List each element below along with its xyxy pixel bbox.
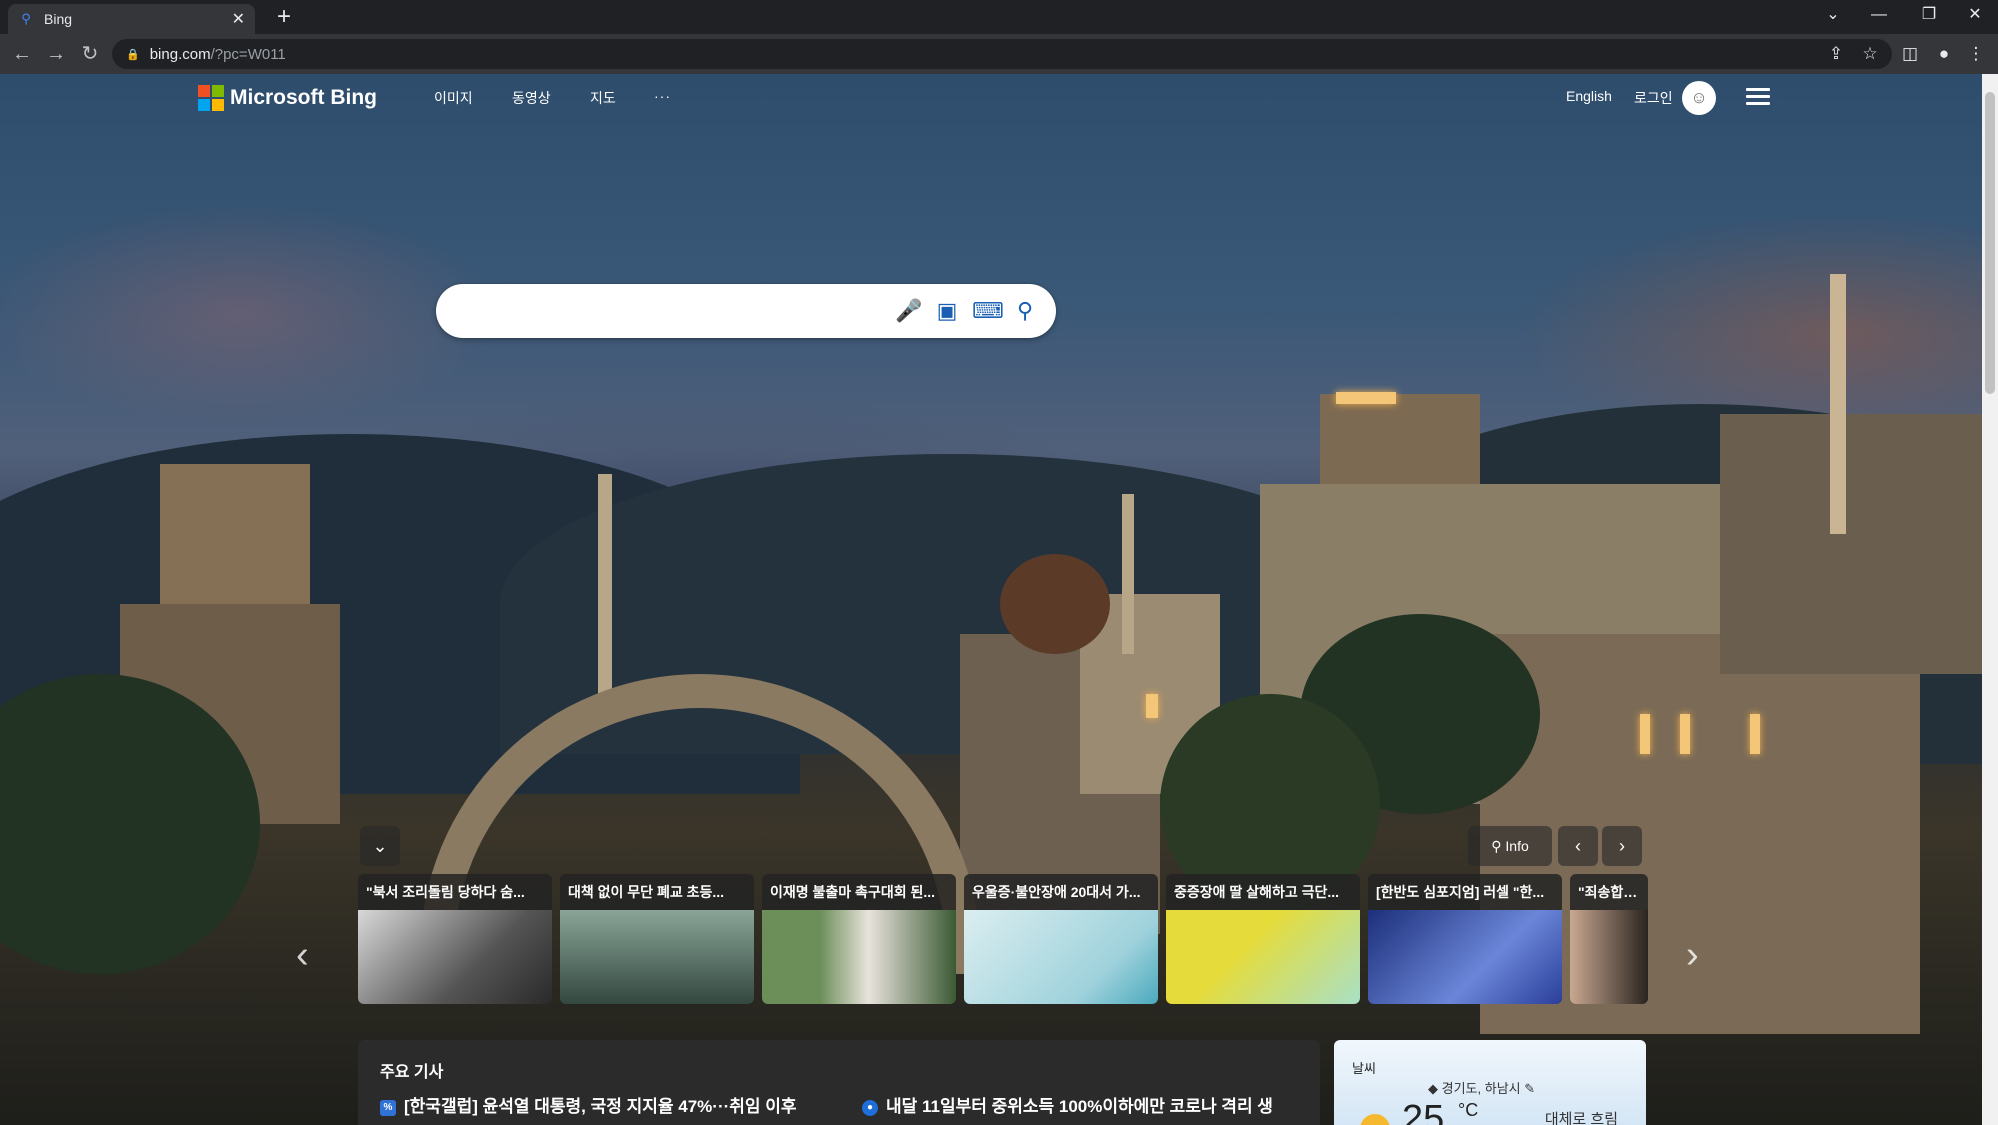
nav-videos[interactable]: 동영상 (512, 88, 551, 108)
news-card[interactable]: "죄송합니다 (1570, 874, 1648, 1004)
browser-tab-strip: ⚲ Bing ✕ + ⌄ — ❐ ✕ (0, 0, 1998, 34)
news-card[interactable]: 중증장애 딸 살해하고 극단... (1166, 874, 1360, 1004)
location-pin-icon: ⚲ (1491, 838, 1502, 854)
news-card-image (762, 910, 956, 1004)
weather-unit: °C (1458, 1100, 1479, 1120)
search-input[interactable] (454, 296, 874, 326)
login-link[interactable]: 로그인 (1634, 88, 1673, 108)
top-news-item[interactable]: % [한국갤럽] 윤석열 대통령, 국정 지지율 47%···취임 이후 (380, 1092, 797, 1117)
visual-search-icon[interactable]: ▣ (932, 296, 962, 326)
news-card-image (560, 910, 754, 1004)
top-news-item-text: 내달 11일부터 중위소득 100%이하에만 코로나 격리 생 (886, 1097, 1273, 1116)
weather-card[interactable]: 날씨 ◆ 경기도, 하남시 ✎ 25 °C 대체로 흐림 (1334, 1040, 1646, 1125)
bing-homepage: Microsoft Bing 이미지 동영상 지도 ··· English 로그… (0, 74, 1998, 1125)
weather-label: 날씨 (1352, 1061, 1376, 1076)
news-source-icon: % (380, 1099, 396, 1116)
location-diamond-icon: ◆ (1428, 1081, 1438, 1096)
url-path: /?pc=W011 (210, 45, 286, 63)
browser-tab-bing[interactable]: ⚲ Bing ✕ (8, 4, 255, 34)
profile-icon[interactable]: ● (1930, 40, 1958, 68)
side-panel-icon[interactable]: ◫ (1896, 40, 1924, 68)
nav-images[interactable]: 이미지 (434, 88, 473, 108)
weather-condition: 대체로 흐림 (1544, 1111, 1618, 1125)
news-carousel: "북서 조리돌림 당하다 숨... 대책 없이 무단 폐교 초등... 이재명 … (358, 874, 1648, 1004)
collapse-chevron-icon[interactable]: ⌄ (360, 826, 400, 866)
search-icon[interactable]: ⚲ (1010, 296, 1040, 326)
info-button[interactable]: ⚲ Info (1468, 826, 1552, 866)
news-card-image (358, 910, 552, 1004)
news-card[interactable]: [한반도 심포지엄] 러셀 "한... (1368, 874, 1562, 1004)
weather-location[interactable]: ◆ 경기도, 하남시 ✎ (1428, 1078, 1535, 1097)
minimize-button[interactable]: — (1856, 0, 1902, 34)
language-link[interactable]: English (1566, 88, 1612, 104)
top-news-panel: 주요 기사 % [한국갤럽] 윤석열 대통령, 국정 지지율 47%···취임 이… (358, 1040, 1320, 1125)
carousel-prev-icon[interactable]: ‹ (296, 934, 309, 977)
top-news-item-text: [한국갤럽] 윤석열 대통령, 국정 지지율 47%···취임 이후 (404, 1097, 797, 1116)
weather-location-text: 경기도, 하남시 (1441, 1081, 1521, 1096)
page-scrollbar[interactable] (1982, 74, 1998, 1125)
news-card-image (1368, 910, 1562, 1004)
hamburger-menu-icon[interactable] (1746, 88, 1770, 106)
user-avatar-icon[interactable]: ☺ (1682, 81, 1716, 115)
scrollbar-thumb[interactable] (1985, 92, 1995, 394)
top-news-title: 주요 기사 (380, 1064, 444, 1081)
news-source-icon: ● (862, 1099, 878, 1116)
news-card[interactable]: 우울증·불안장애 20대서 가... (964, 874, 1158, 1004)
edit-pencil-icon[interactable]: ✎ (1524, 1081, 1535, 1096)
info-label: Info (1505, 838, 1529, 854)
url-host: bing.com (149, 45, 211, 63)
news-card[interactable]: 이재명 불출마 촉구대회 된... (762, 874, 956, 1004)
prev-image-icon[interactable]: ‹ (1558, 826, 1598, 866)
lock-icon: 🔒 (126, 48, 140, 61)
news-card-image (1570, 910, 1648, 1004)
news-card-image (964, 910, 1158, 1004)
microsoft-logo-icon (198, 85, 224, 111)
browser-toolbar: ← → ↻ 🔒 bing.com/?pc=W011 ⇪ ☆ ◫ ● ⋮ (0, 34, 1998, 74)
news-card-image (1166, 910, 1360, 1004)
address-bar[interactable]: 🔒 bing.com/?pc=W011 (112, 39, 1892, 69)
close-window-button[interactable]: ✕ (1952, 0, 1998, 34)
new-tab-button[interactable]: + (270, 4, 298, 32)
logo-text: Microsoft Bing (230, 86, 377, 109)
news-card-title: 이재명 불출마 촉구대회 된... (770, 884, 936, 900)
news-card-title: 우울증·불안장애 20대서 가... (972, 884, 1141, 900)
restore-button[interactable]: ❐ (1906, 0, 1952, 34)
news-card-title: "북서 조리돌림 당하다 숨... (366, 884, 525, 900)
news-card[interactable]: 대책 없이 무단 폐교 초등... (560, 874, 754, 1004)
tab-search-chevron-icon[interactable]: ⌄ (1810, 0, 1856, 34)
bing-logo[interactable]: Microsoft Bing (198, 85, 377, 111)
keyboard-icon[interactable]: ⌨ (972, 296, 1004, 326)
menu-dots-icon[interactable]: ⋮ (1962, 40, 1990, 68)
search-box: 🎤 ▣ ⌨ ⚲ (436, 284, 1056, 338)
news-card-title: [한반도 심포지엄] 러셀 "한... (1376, 884, 1545, 900)
weather-temperature: 25 (1402, 1098, 1445, 1125)
news-card[interactable]: "북서 조리돌림 당하다 숨... (358, 874, 552, 1004)
carousel-next-icon[interactable]: › (1686, 934, 1699, 977)
nav-maps[interactable]: 지도 (590, 88, 616, 108)
forward-arrow-icon[interactable]: → (42, 40, 70, 68)
news-card-title: 중증장애 딸 살해하고 극단... (1174, 884, 1340, 900)
nav-more[interactable]: ··· (654, 88, 671, 104)
partly-cloudy-icon (1360, 1114, 1390, 1125)
news-card-title: "죄송합니다 (1578, 884, 1648, 900)
back-arrow-icon[interactable]: ← (8, 40, 36, 68)
reload-icon[interactable]: ↻ (76, 40, 104, 68)
tab-title: Bing (44, 11, 73, 27)
news-card-title: 대책 없이 무단 폐교 초등... (568, 884, 725, 900)
share-icon[interactable]: ⇪ (1822, 40, 1850, 68)
next-image-icon[interactable]: › (1602, 826, 1642, 866)
bookmark-star-icon[interactable]: ☆ (1856, 40, 1884, 68)
microphone-icon[interactable]: 🎤 (894, 296, 924, 326)
bing-header: Microsoft Bing 이미지 동영상 지도 ··· English 로그… (0, 74, 1998, 128)
bing-search-icon: ⚲ (21, 11, 31, 26)
close-icon[interactable]: ✕ (232, 9, 245, 29)
top-news-item[interactable]: ● 내달 11일부터 중위소득 100%이하에만 코로나 격리 생 (862, 1092, 1273, 1117)
